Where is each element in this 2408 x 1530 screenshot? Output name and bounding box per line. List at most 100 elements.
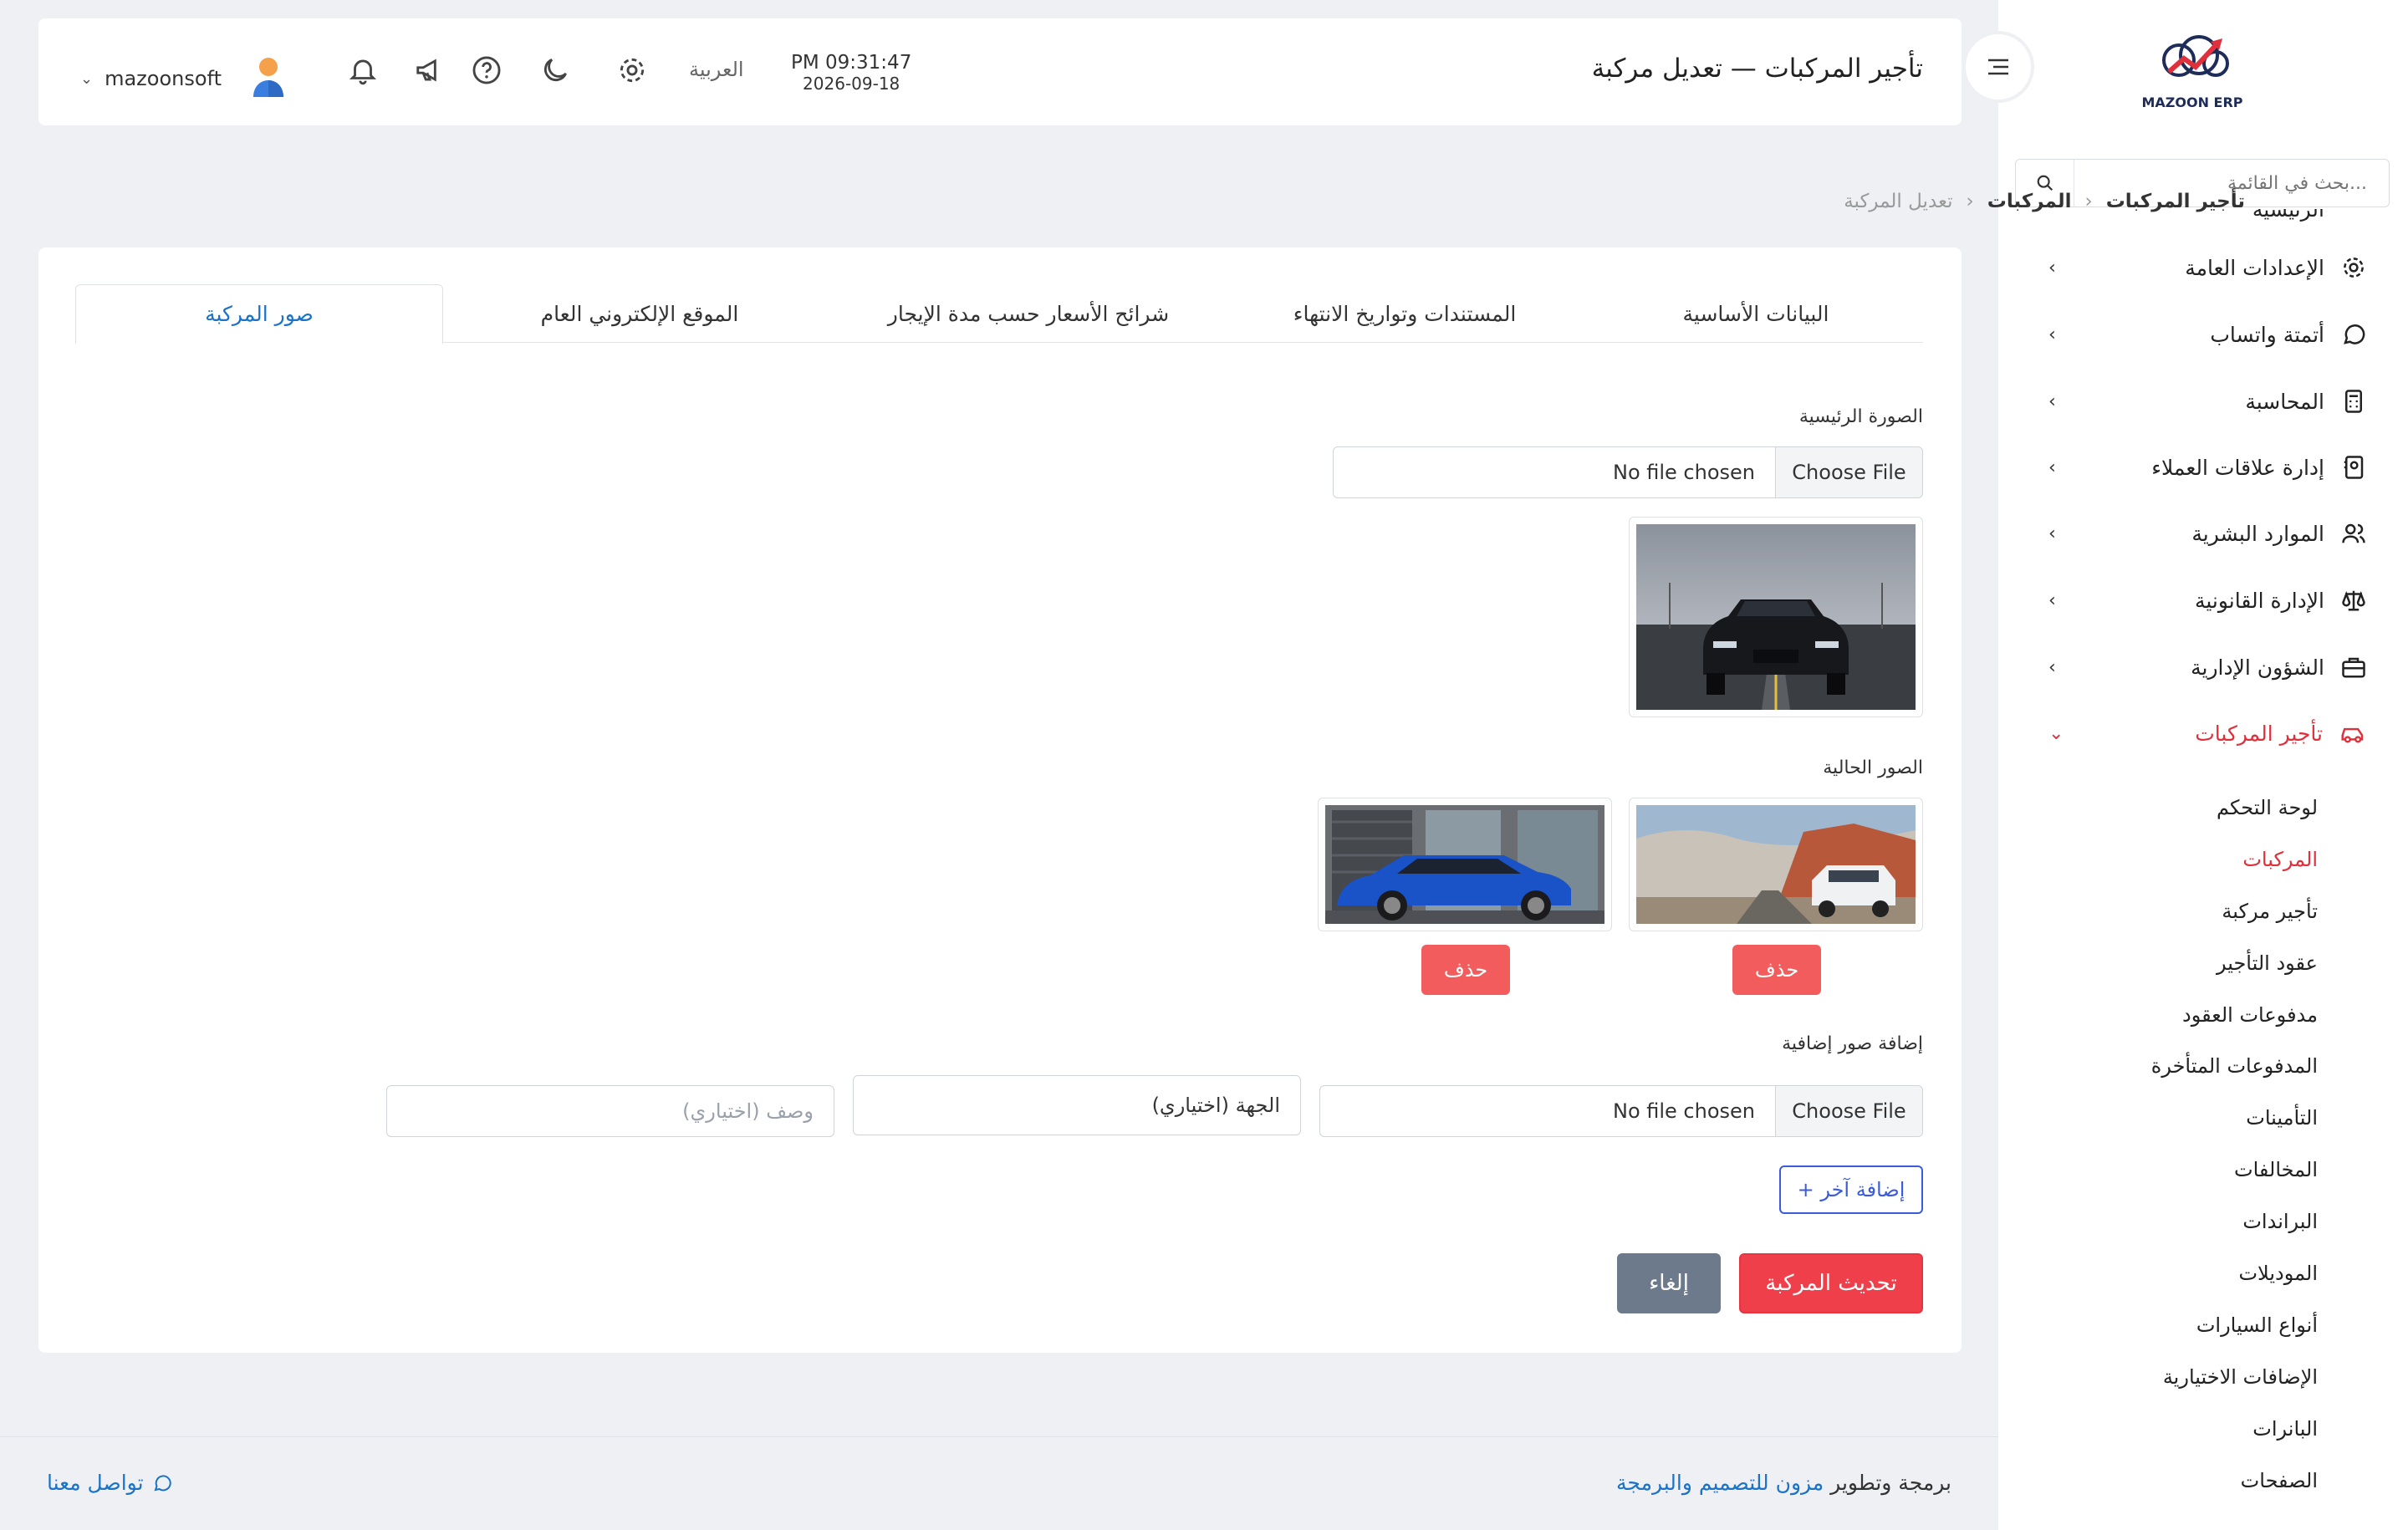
sidebar-item-accounting[interactable]: ‹ المحاسبة	[2048, 385, 2366, 418]
sidebar: MAZOON ERP الرئيسية ‹ الإعدادات العامة ‹…	[1998, 0, 2408, 1530]
contact-text: تواصل معنا	[47, 1471, 144, 1495]
tab-public-website[interactable]: الموقع الإلكتروني العام	[443, 284, 836, 344]
breadcrumb-item[interactable]: المركبات	[1987, 191, 2072, 212]
sidebar-item-legal[interactable]: ‹ الإدارة القانونية	[2048, 584, 2366, 617]
sidebar-subitem[interactable]: الإضافات الاختيارية	[2163, 1365, 2318, 1389]
company-link[interactable]: مزون للتصميم والبرمجة	[1616, 1471, 1824, 1495]
breadcrumb: تأجير المركبات ‹ المركبات ‹ تعديل المركب…	[1844, 191, 2245, 212]
sidebar-subitem-vehicles[interactable]: المركبات	[2242, 848, 2318, 871]
whatsapp-icon	[2344, 324, 2365, 344]
clock: PM 09:31:47 2026-09-18	[791, 52, 911, 94]
chevron-left-icon: ‹	[2084, 191, 2093, 212]
main-image-file-input[interactable]: Choose File No file chosen	[1333, 446, 1923, 498]
sidebar-subitem[interactable]: الموديلات	[2238, 1262, 2318, 1285]
cancel-button[interactable]: إلغاء	[1617, 1253, 1721, 1313]
language-switch[interactable]: العربية	[689, 58, 744, 81]
file-status: No file chosen	[1612, 1099, 1755, 1123]
chevron-left-icon: ‹	[2048, 257, 2056, 278]
contact-link[interactable]: تواصل معنا	[47, 1471, 172, 1495]
footer-credit: برمجة وتطوير مزون للتصميم والبرمجة	[1616, 1471, 1951, 1495]
logo-mark	[2162, 35, 2229, 77]
image-description-input[interactable]: وصف (اختياري)	[386, 1085, 834, 1137]
sidebar-subitem[interactable]: التأمينات	[2246, 1106, 2318, 1130]
sidebar-item-whatsapp[interactable]: ‹ أتمتة واتساب	[2048, 318, 2366, 351]
current-image-1	[1629, 798, 1923, 931]
sidebar-item-label: المحاسبة	[2245, 389, 2324, 414]
whatsapp-icon	[154, 1474, 171, 1491]
sidebar-item-label: الإدارة القانونية	[2194, 588, 2324, 613]
chevron-left-icon: ‹	[2048, 456, 2056, 478]
chevron-left-icon: ‹	[2048, 324, 2056, 345]
delete-image-2-button[interactable]: حذف	[1421, 945, 1510, 995]
main-image-preview	[1629, 517, 1923, 717]
sidebar-subitem[interactable]: لوحة التحكم	[2217, 796, 2318, 819]
sidebar-item-label: إدارة علاقات العملاء	[2151, 455, 2324, 480]
logo[interactable]: MAZOON ERP	[2138, 35, 2247, 110]
sidebar-item-label: الشؤون الإدارية	[2191, 655, 2324, 680]
gear-icon[interactable]	[614, 52, 650, 89]
chevron-left-icon: ‹	[2048, 523, 2056, 544]
chevron-left-icon: ‹	[1966, 191, 1974, 212]
page-title: تأجير المركبات — تعديل مركبة	[1591, 54, 1923, 84]
sidebar-subitem[interactable]: البراندات	[2242, 1210, 2318, 1233]
avatar	[250, 55, 287, 102]
moon-icon[interactable]	[537, 52, 574, 89]
image-side-input[interactable]: الجهة (اختياري)	[853, 1075, 1301, 1135]
tab-basic-data[interactable]: البيانات الأساسية	[1589, 284, 1923, 344]
clock-date: 2026-09-18	[803, 74, 900, 94]
sidebar-subitem[interactable]: الصفحات	[2241, 1469, 2318, 1492]
delete-image-1-button[interactable]: حذف	[1732, 945, 1821, 995]
bell-icon[interactable]	[344, 52, 381, 89]
help-icon[interactable]	[468, 52, 505, 89]
sidebar-subitem[interactable]: مدفوعات العقود	[2182, 1003, 2318, 1027]
clock-time: PM 09:31:47	[791, 52, 912, 74]
user-menu[interactable]: ⌄ mazoonsoft	[80, 55, 287, 102]
file-status: No file chosen	[1612, 461, 1755, 484]
scale-icon	[2342, 590, 2365, 611]
chevron-down-icon: ⌄	[80, 69, 94, 88]
tab-price-tiers[interactable]: شرائح الأسعار حسب مدة الإيجار	[836, 284, 1221, 344]
sidebar-subitem[interactable]: أنواع السيارات	[2196, 1313, 2318, 1337]
sidebar-item-vehicle-rental[interactable]: ⌄ تأجير المركبات	[2048, 717, 2366, 750]
update-vehicle-button[interactable]: تحديث المركبة	[1739, 1253, 1923, 1313]
sidebar-item-label: الرئيسية	[2252, 209, 2324, 222]
additional-image-file-input[interactable]: Choose File No file chosen	[1319, 1085, 1923, 1137]
sidebar-item-general-settings[interactable]: ‹ الإعدادات العامة	[2048, 251, 2366, 284]
car-photo-white-suv	[1636, 805, 1916, 924]
chevron-left-icon: ‹	[2048, 656, 2056, 678]
sidebar-item-label: الإعدادات العامة	[2185, 255, 2324, 280]
sidebar-menu: الرئيسية ‹ الإعدادات العامة ‹ أتمتة واتس…	[1998, 209, 2408, 1505]
sidebar-subitem[interactable]: المدفوعات المتأخرة	[2151, 1054, 2318, 1078]
username: mazoonsoft	[105, 67, 222, 90]
sidebar-subitem[interactable]: المخالفات	[2234, 1158, 2318, 1181]
choose-file-button[interactable]: Choose File	[1775, 1086, 1922, 1136]
brand-name: MAZOON ERP	[2141, 94, 2243, 110]
sidebar-item-label: أتمتة واتساب	[2210, 322, 2324, 347]
add-images-label: إضافة صور إضافية	[1782, 1033, 1923, 1054]
choose-file-button[interactable]: Choose File	[1775, 447, 1922, 497]
megaphone-icon[interactable]	[411, 52, 448, 89]
sidebar-toggle-button[interactable]	[1962, 31, 2034, 103]
sidebar-subitem[interactable]: تأجير مركبة	[2222, 900, 2318, 923]
calculator-icon	[2345, 390, 2362, 413]
main-image-label: الصورة الرئيسية	[1798, 406, 1923, 427]
tab-vehicle-images[interactable]: صور المركبة	[75, 284, 443, 344]
sidebar-item-crm[interactable]: ‹ إدارة علاقات العملاء	[2048, 451, 2366, 484]
car-photo-black-mustang	[1636, 524, 1916, 710]
tab-bar: البيانات الأساسية المستندات وتواريخ الان…	[75, 284, 1923, 344]
users-icon	[2342, 523, 2365, 543]
breadcrumb-current: تعديل المركبة	[1844, 191, 1953, 212]
sidebar-subitem[interactable]: البانرات	[2252, 1417, 2318, 1441]
add-more-button[interactable]: + إضافة آخر	[1779, 1165, 1923, 1214]
sidebar-item-admin-affairs[interactable]: ‹ الشؤون الإدارية	[2048, 650, 2366, 684]
breadcrumb-item[interactable]: تأجير المركبات	[2106, 191, 2245, 212]
footer-credit-prefix: برمجة وتطوير	[1830, 1471, 1951, 1495]
sidebar-item-hr[interactable]: ‹ الموارد البشرية	[2048, 517, 2366, 550]
topbar: تأجير المركبات — تعديل مركبة PM 09:31:47…	[38, 18, 1962, 125]
car-icon	[2341, 727, 2364, 743]
sidebar-subitem[interactable]: عقود التأجير	[2217, 951, 2318, 975]
tab-documents[interactable]: المستندات وتواريخ الانتهاء	[1221, 284, 1589, 344]
briefcase-icon	[2342, 657, 2365, 678]
footer: برمجة وتطوير مزون للتصميم والبرمجة تواصل…	[0, 1436, 1998, 1530]
contacts-icon	[2344, 456, 2364, 479]
